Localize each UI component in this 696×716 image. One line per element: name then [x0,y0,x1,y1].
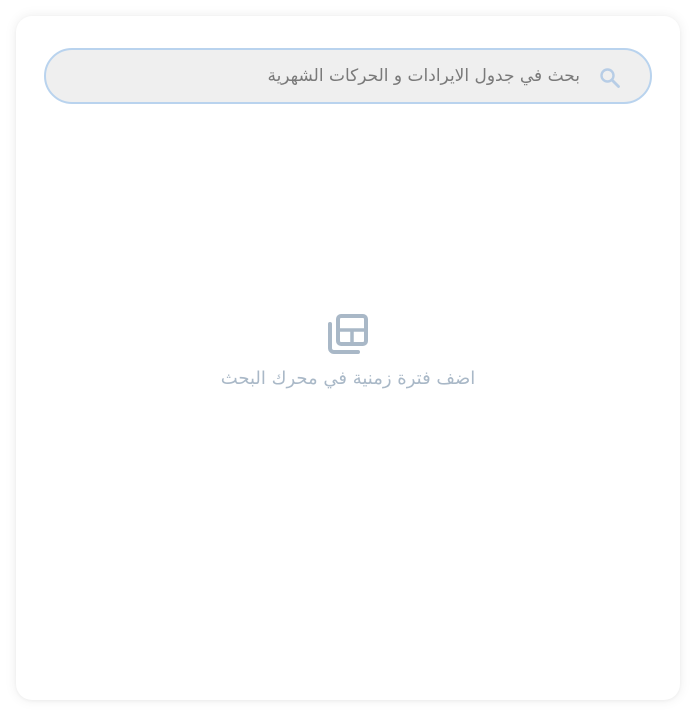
content-card: اضف فترة زمنية في محرك البحث [16,16,680,700]
library-books-icon [326,312,370,356]
empty-state-message: اضف فترة زمنية في محرك البحث [220,368,476,389]
search-icon[interactable] [598,66,622,90]
empty-state: اضف فترة زمنية في محرك البحث [16,312,680,389]
search-bar[interactable] [44,48,652,104]
search-input[interactable] [100,50,580,102]
